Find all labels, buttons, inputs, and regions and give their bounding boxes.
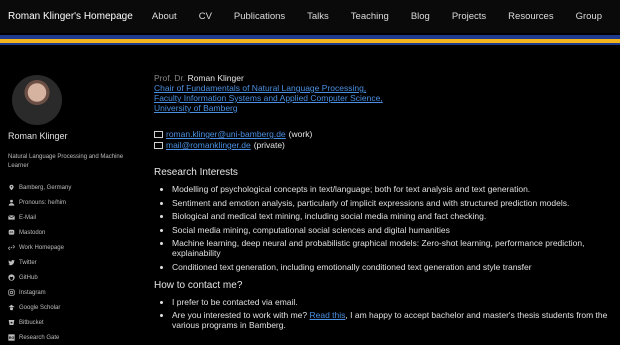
email-link-private[interactable]: mail@romanklinger.de [166,140,251,151]
header-stripe-blue-bottom [0,43,620,45]
author-links: Bamberg, Germany Pronouns: he/him E-Mail… [8,180,138,345]
page-title: Prof. Dr. Roman Klinger [154,73,612,83]
sidebar-item-mastodon[interactable]: Mastodon [8,225,138,240]
nav-teaching[interactable]: Teaching [351,11,389,22]
email-link-work[interactable]: roman.klinger@uni-bamberg.de [166,129,286,140]
email-note-work: (work) [288,129,313,139]
sidebar-item-label[interactable]: Research Gate [19,335,59,341]
list-item: Are you interested to work with me? Read… [172,310,612,330]
nav-blog[interactable]: Blog [411,11,430,22]
avatar [12,75,62,125]
contact-heading: How to contact me? [154,279,243,291]
sidebar-item-github[interactable]: GitHub [8,270,138,285]
svg-text:RG: RG [9,336,15,340]
affiliation-faculty-link[interactable]: Faculty Information Systems and Applied … [154,93,612,103]
link-icon [8,245,15,250]
email-row-work: roman.klinger@uni-bamberg.de (work) [154,129,612,140]
sidebar-item-label[interactable]: GitHub [19,275,38,281]
twitter-icon [8,260,15,266]
google-scholar-icon [8,304,15,311]
affiliation-chair-link[interactable]: Chair of Fundamentals of Natural Languag… [154,83,612,93]
sidebar-item-label: Pronouns: he/him [19,199,67,206]
sidebar-item-work-homepage[interactable]: Work Homepage [8,240,138,255]
email-row-private: mail@romanklinger.de (private) [154,140,612,151]
sidebar-item-pronouns: Pronouns: he/him [8,195,138,210]
main-content: Prof. Dr. Roman Klinger Chair of Fundame… [154,73,612,334]
envelope-icon [8,215,15,220]
sidebar-item-bitbucket[interactable]: Bitbucket [8,315,138,330]
github-icon [8,274,15,281]
list-item: Modelling of psychological concepts in t… [172,184,612,194]
research-interests-heading: Research Interests [154,167,238,178]
affiliation-university-link[interactable]: University of Bamberg [154,103,612,113]
list-item: Biological and medical text mining, incl… [172,211,612,221]
researchgate-icon: RG [8,334,15,341]
title-name: Roman Klinger [187,73,244,83]
envelope-icon [154,142,163,149]
nav-cv[interactable]: CV [199,11,212,22]
research-interests-list: Modelling of psychological concepts in t… [154,184,612,272]
nav-about[interactable]: About [152,11,177,22]
sidebar-item-label[interactable]: Instagram [19,290,46,296]
author-bio: Natural Language Processing and Machine … [8,154,124,169]
site-title[interactable]: Roman Klinger's Homepage [8,11,133,22]
user-icon [8,199,15,206]
top-navbar: Roman Klinger's Homepage About CV Public… [0,0,620,33]
list-item: Machine learning, deep neural and probab… [172,238,612,258]
sidebar-item-twitter[interactable]: Twitter [8,255,138,270]
nav-resources[interactable]: Resources [508,11,553,22]
read-this-link[interactable]: Read this [310,310,346,320]
list-item: Social media mining, computational socia… [172,225,612,235]
sidebar-item-label[interactable]: E-Mail [19,215,36,221]
nav-publications[interactable]: Publications [234,11,285,22]
nav-group[interactable]: Group [576,11,602,22]
sidebar-item-label[interactable]: Work Homepage [19,245,64,251]
main-nav: About CV Publications Talks Teaching Blo… [152,11,602,22]
list-item: Conditioned text generation, including e… [172,262,612,272]
sidebar-item-label[interactable]: Google Scholar [19,305,60,311]
list-item: I prefer to be contacted via email. [172,297,612,307]
contact-text-pre: Are you interested to work with me? [172,310,308,320]
author-name: Roman Klinger [8,131,68,141]
email-note-private: (private) [253,140,285,150]
envelope-icon [154,131,163,138]
email-block: roman.klinger@uni-bamberg.de (work) mail… [154,129,612,151]
sidebar-item-label[interactable]: Mastodon [19,230,45,236]
author-sidebar: Roman Klinger Natural Language Processin… [8,75,138,345]
contact-list: I prefer to be contacted via email. Are … [154,297,612,331]
sidebar-item-email[interactable]: E-Mail [8,210,138,225]
sidebar-item-instagram[interactable]: Instagram [8,285,138,300]
bitbucket-icon [8,320,15,325]
mastodon-icon [8,229,15,235]
sidebar-item-label[interactable]: Bitbucket [19,320,44,326]
sidebar-item-label[interactable]: Twitter [19,260,37,266]
sidebar-item-location: Bamberg, Germany [8,180,138,195]
sidebar-item-google-scholar[interactable]: Google Scholar [8,300,138,315]
nav-projects[interactable]: Projects [452,11,486,22]
map-marker-icon [9,184,14,191]
nav-talks[interactable]: Talks [307,11,329,22]
sidebar-item-label: Bamberg, Germany [19,184,72,191]
list-item: Sentiment and emotion analysis, particul… [172,198,612,208]
title-prefix: Prof. Dr. [154,73,186,83]
instagram-icon [8,289,15,296]
